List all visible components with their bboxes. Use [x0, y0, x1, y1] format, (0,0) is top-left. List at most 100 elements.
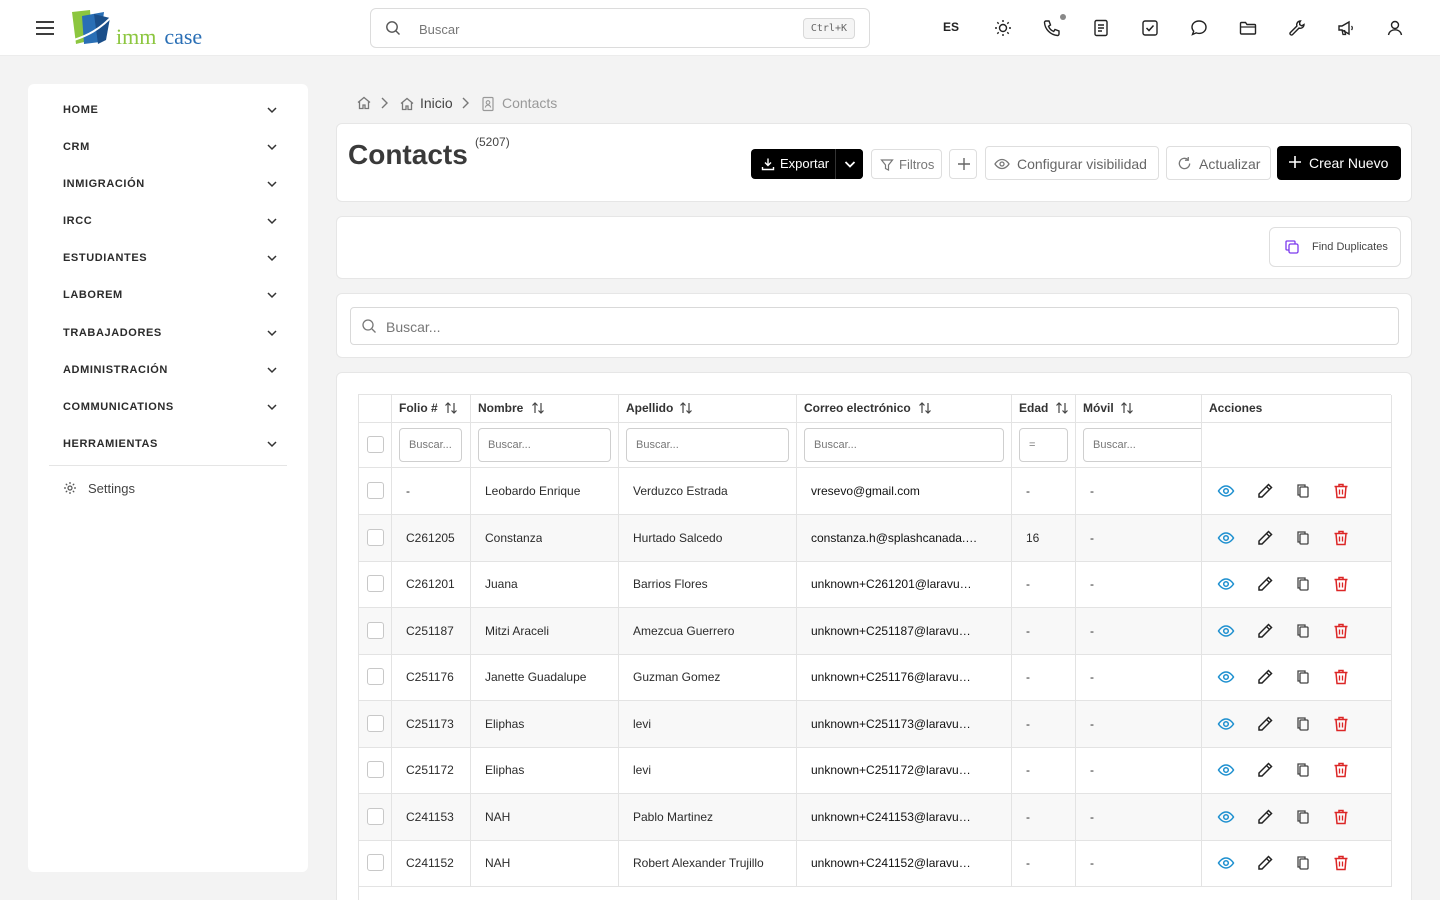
- duplicate-icon[interactable]: [1295, 715, 1311, 733]
- sidebar-item-ircc[interactable]: IRCC: [63, 212, 278, 232]
- chat-icon[interactable]: [1189, 18, 1209, 38]
- edit-icon[interactable]: [1256, 575, 1274, 593]
- sidebar-item-laborem[interactable]: LABOREM: [63, 286, 278, 306]
- table-row[interactable]: C241153 NAH Pablo Martinez unknown+C2411…: [359, 793, 1392, 841]
- sort-icon[interactable]: [918, 401, 932, 415]
- menu-icon[interactable]: [34, 17, 56, 39]
- edit-icon[interactable]: [1256, 622, 1274, 640]
- user-icon[interactable]: [1385, 18, 1405, 38]
- edit-icon[interactable]: [1256, 761, 1274, 779]
- filter-nombre-input[interactable]: [478, 428, 611, 462]
- duplicate-icon[interactable]: [1295, 575, 1311, 593]
- table-row[interactable]: C251173 Eliphas levi unknown+C251173@lar…: [359, 700, 1392, 748]
- column-header-apellido[interactable]: Apellido: [619, 395, 797, 423]
- filter-correo-input[interactable]: [804, 428, 1004, 462]
- edit-icon[interactable]: [1256, 668, 1274, 686]
- folder-icon[interactable]: [1238, 18, 1258, 38]
- column-header-movil[interactable]: Móvil: [1076, 395, 1202, 423]
- filters-button[interactable]: Filtros: [871, 149, 942, 179]
- configure-visibility-button[interactable]: Configurar visibilidad: [985, 146, 1159, 180]
- task-check-icon[interactable]: [1140, 18, 1160, 38]
- table-row[interactable]: - Leobardo Enrique Verduzco Estrada vres…: [359, 468, 1392, 515]
- view-icon[interactable]: [1217, 715, 1235, 733]
- edit-icon[interactable]: [1256, 808, 1274, 826]
- sort-icon[interactable]: [531, 401, 545, 415]
- filter-edad-input[interactable]: [1019, 428, 1068, 462]
- row-checkbox[interactable]: [367, 714, 384, 732]
- table-row[interactable]: C251172 Eliphas levi unknown+C251172@lar…: [359, 747, 1392, 794]
- sort-icon[interactable]: [679, 401, 693, 415]
- view-icon[interactable]: [1217, 808, 1235, 826]
- view-icon[interactable]: [1217, 529, 1235, 547]
- trash-icon[interactable]: [1332, 668, 1350, 686]
- view-icon[interactable]: [1217, 575, 1235, 593]
- trash-icon[interactable]: [1332, 529, 1350, 547]
- logo[interactable]: imm case: [70, 10, 230, 50]
- filter-movil-input[interactable]: [1083, 428, 1201, 462]
- global-search[interactable]: Ctrl+K: [370, 8, 870, 48]
- duplicate-icon[interactable]: [1295, 854, 1311, 872]
- table-search[interactable]: [350, 307, 1399, 345]
- row-checkbox[interactable]: [367, 528, 384, 546]
- duplicate-icon[interactable]: [1295, 482, 1311, 500]
- filter-folio-input[interactable]: [399, 428, 462, 462]
- duplicate-icon[interactable]: [1295, 622, 1311, 640]
- duplicate-icon[interactable]: [1295, 529, 1311, 547]
- language-selector[interactable]: ES: [943, 20, 959, 34]
- refresh-button[interactable]: Actualizar: [1166, 146, 1271, 180]
- megaphone-icon[interactable]: [1336, 18, 1356, 38]
- duplicate-icon[interactable]: [1295, 808, 1311, 826]
- table-row[interactable]: C251187 Mitzi Araceli Amezcua Guerrero u…: [359, 607, 1392, 655]
- row-checkbox[interactable]: [367, 668, 384, 685]
- row-checkbox[interactable]: [367, 482, 384, 499]
- sidebar-item-trabajadores[interactable]: TRABAJADORES: [63, 324, 278, 344]
- view-icon[interactable]: [1217, 761, 1235, 779]
- export-dropdown-button[interactable]: [835, 149, 863, 179]
- table-row[interactable]: C241152 NAH Robert Alexander Trujillo un…: [359, 840, 1392, 887]
- trash-icon[interactable]: [1332, 808, 1350, 826]
- edit-icon[interactable]: [1256, 715, 1274, 733]
- table-row[interactable]: C251176 Janette Guadalupe Guzman Gomez u…: [359, 654, 1392, 701]
- add-filter-button[interactable]: [949, 149, 977, 179]
- trash-icon[interactable]: [1332, 715, 1350, 733]
- duplicate-icon[interactable]: [1295, 761, 1311, 779]
- sidebar-item-inmigracion[interactable]: INMIGRACIÓN: [63, 175, 278, 195]
- duplicate-icon[interactable]: [1295, 668, 1311, 686]
- column-header-nombre[interactable]: Nombre: [471, 395, 619, 423]
- sidebar-item-crm[interactable]: CRM: [63, 138, 278, 158]
- sort-icon[interactable]: [1120, 401, 1134, 415]
- sidebar-item-home[interactable]: HOME: [63, 101, 278, 121]
- view-icon[interactable]: [1217, 622, 1235, 640]
- row-checkbox[interactable]: [367, 575, 384, 592]
- trash-icon[interactable]: [1332, 482, 1350, 500]
- sidebar-item-communications[interactable]: COMMUNICATIONS: [63, 398, 278, 418]
- trash-icon[interactable]: [1332, 854, 1350, 872]
- table-search-input[interactable]: [386, 316, 1366, 338]
- global-search-input[interactable]: [419, 18, 779, 40]
- edit-icon[interactable]: [1256, 482, 1274, 500]
- column-header-folio[interactable]: Folio #: [392, 395, 471, 423]
- column-header-edad[interactable]: Edad: [1012, 395, 1076, 423]
- sidebar-item-herramientas[interactable]: HERRAMIENTAS: [63, 435, 278, 455]
- create-new-button[interactable]: Crear Nuevo: [1277, 146, 1401, 180]
- view-icon[interactable]: [1217, 854, 1235, 872]
- sidebar-item-settings[interactable]: Settings: [63, 478, 213, 498]
- row-checkbox[interactable]: [367, 621, 384, 639]
- select-all-checkbox[interactable]: [367, 436, 384, 453]
- view-icon[interactable]: [1217, 668, 1235, 686]
- row-checkbox[interactable]: [367, 854, 384, 871]
- sun-icon[interactable]: [993, 18, 1013, 38]
- table-row[interactable]: C261201 Juana Barrios Flores unknown+C26…: [359, 561, 1392, 608]
- filter-apellido-input[interactable]: [626, 428, 789, 462]
- home-icon[interactable]: [356, 95, 372, 111]
- view-icon[interactable]: [1217, 482, 1235, 500]
- table-row[interactable]: C261205 Constanza Hurtado Salcedo consta…: [359, 514, 1392, 562]
- trash-icon[interactable]: [1332, 622, 1350, 640]
- row-checkbox[interactable]: [367, 761, 384, 778]
- trash-icon[interactable]: [1332, 761, 1350, 779]
- edit-icon[interactable]: [1256, 529, 1274, 547]
- sort-icon[interactable]: [1055, 401, 1069, 415]
- wrench-icon[interactable]: [1287, 18, 1307, 38]
- trash-icon[interactable]: [1332, 575, 1350, 593]
- document-icon[interactable]: [1091, 18, 1111, 38]
